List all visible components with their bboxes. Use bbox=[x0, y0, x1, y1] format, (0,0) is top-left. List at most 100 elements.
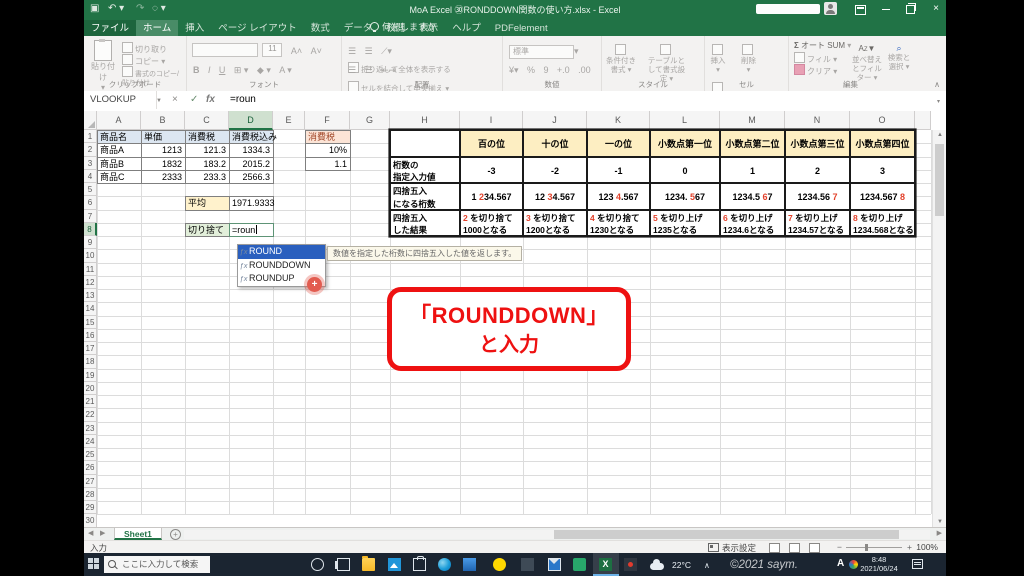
close-icon[interactable]: × bbox=[928, 0, 944, 18]
row-header-9[interactable]: 9 bbox=[84, 236, 97, 250]
cell-C4[interactable]: 233.3 bbox=[185, 169, 230, 184]
mail-icon[interactable] bbox=[548, 558, 561, 571]
cell-D6[interactable]: 1971.9333 bbox=[229, 196, 275, 211]
row-header-15[interactable]: 15 bbox=[84, 315, 97, 329]
row-header-21[interactable]: 21 bbox=[84, 395, 97, 409]
row-header-22[interactable]: 22 bbox=[84, 408, 97, 422]
cell-D1[interactable]: 消費税込み bbox=[229, 130, 277, 145]
cortana-icon[interactable] bbox=[311, 558, 324, 571]
shrink-font-icon[interactable]: A˅ bbox=[311, 46, 322, 56]
account-avatar[interactable] bbox=[824, 2, 837, 15]
cell-F2[interactable]: 10% bbox=[305, 143, 351, 158]
cell-B1[interactable]: 単価 bbox=[141, 130, 186, 145]
cell-C2[interactable]: 121.3 bbox=[185, 143, 230, 158]
zoom-percentage[interactable]: 100% bbox=[916, 542, 938, 552]
cell-A4[interactable]: 商品C bbox=[97, 169, 142, 184]
row-header-2[interactable]: 2 bbox=[84, 143, 97, 157]
page-break-view-icon[interactable] bbox=[809, 543, 820, 553]
tray-color-icon[interactable] bbox=[849, 560, 858, 569]
scroll-down-icon[interactable]: ▼ bbox=[933, 519, 946, 525]
blue-app-icon[interactable] bbox=[463, 558, 476, 571]
font-color-icon[interactable]: A ▾ bbox=[279, 65, 292, 76]
row-header-14[interactable]: 14 bbox=[84, 302, 97, 316]
align-middle-icon[interactable]: ☰ bbox=[365, 46, 373, 57]
row-header-29[interactable]: 29 bbox=[84, 501, 97, 515]
row-header-4[interactable]: 4 bbox=[84, 169, 97, 183]
cell-C8[interactable]: 切り捨て bbox=[185, 222, 230, 237]
cell-D8[interactable]: =roun bbox=[229, 222, 274, 237]
cell-F1[interactable]: 消費税 bbox=[305, 130, 351, 145]
autocomplete-item-ROUND[interactable]: ƒx ROUND bbox=[238, 245, 325, 259]
weather-icon[interactable] bbox=[650, 559, 664, 570]
indent-icon[interactable]: ⇤⇥ bbox=[381, 65, 396, 76]
row-header-12[interactable]: 12 bbox=[84, 275, 97, 289]
col-header-O[interactable]: O bbox=[850, 111, 915, 130]
autocomplete-item-ROUNDDOWN[interactable]: ƒx ROUNDDOWN bbox=[238, 259, 325, 273]
col-header-M[interactable]: M bbox=[720, 111, 785, 130]
cancel-icon[interactable]: × bbox=[172, 91, 178, 109]
sort-filter-button[interactable]: AZ▼ 並べ替えとフィルター ▾ bbox=[850, 44, 884, 82]
row-header-11[interactable]: 11 bbox=[84, 262, 97, 276]
col-header-G[interactable]: G bbox=[350, 111, 390, 130]
hscroll-right-icon[interactable]: ▶ bbox=[937, 528, 942, 540]
font-name-select[interactable] bbox=[192, 42, 258, 57]
row-header-13[interactable]: 13 bbox=[84, 289, 97, 303]
italic-button[interactable]: I bbox=[208, 65, 211, 75]
row-header-27[interactable]: 27 bbox=[84, 474, 97, 488]
cell-C6[interactable]: 平均 bbox=[185, 196, 230, 211]
cell-A1[interactable]: 商品名 bbox=[97, 130, 142, 145]
temperature[interactable]: 22°C bbox=[672, 560, 691, 570]
borders-icon[interactable]: ⊞ ▾ bbox=[234, 65, 249, 76]
col-header-E[interactable]: E bbox=[273, 111, 305, 130]
col-header-A[interactable]: A bbox=[97, 111, 141, 130]
collapse-ribbon-icon[interactable]: ∧ bbox=[934, 80, 940, 89]
col-header-H[interactable]: H bbox=[390, 111, 460, 130]
row-header-5[interactable]: 5 bbox=[84, 183, 97, 197]
cell-B3[interactable]: 1832 bbox=[141, 156, 186, 171]
scroll-up-icon[interactable]: ▲ bbox=[933, 132, 946, 138]
sheet-tab-sheet1[interactable]: Sheet1 bbox=[114, 528, 162, 540]
cell-D2[interactable]: 1334.3 bbox=[229, 143, 274, 158]
green-app-icon[interactable] bbox=[573, 558, 586, 571]
store-icon[interactable] bbox=[413, 556, 426, 571]
tray-expand-icon[interactable]: ∧ bbox=[704, 561, 710, 570]
comma-icon[interactable]: 9 bbox=[543, 65, 548, 75]
conditional-formatting-button[interactable]: 条件付き書式 ▾ bbox=[605, 44, 637, 74]
sheet-nav-left-icon[interactable]: ◀ bbox=[88, 528, 93, 540]
find-select-button[interactable]: ⌕ 検索と選択 ▾ bbox=[886, 44, 912, 72]
row-header-24[interactable]: 24 bbox=[84, 434, 97, 448]
col-header-C[interactable]: C bbox=[185, 111, 229, 130]
col-header-F[interactable]: F bbox=[305, 111, 350, 130]
minimize-icon[interactable] bbox=[878, 0, 894, 18]
pinned-app-icon[interactable] bbox=[521, 558, 534, 571]
col-header-K[interactable]: K bbox=[587, 111, 650, 130]
name-box-dropdown-icon[interactable]: ▼ bbox=[156, 98, 162, 104]
yellow-account-icon[interactable] bbox=[493, 558, 506, 571]
grow-font-icon[interactable]: A˄ bbox=[291, 46, 302, 56]
font-size-select[interactable]: 11 bbox=[262, 42, 283, 57]
photos-icon[interactable] bbox=[388, 558, 401, 571]
insert-cells-button[interactable]: 挿入 ▾ bbox=[708, 44, 728, 74]
percent-icon[interactable]: % bbox=[527, 65, 535, 75]
horizontal-scrollbar[interactable] bbox=[184, 530, 930, 539]
cell-A3[interactable]: 商品B bbox=[97, 156, 142, 171]
row-header-18[interactable]: 18 bbox=[84, 355, 97, 369]
decrease-decimal-icon[interactable]: .00 bbox=[578, 65, 591, 75]
row-header-10[interactable]: 10 bbox=[84, 249, 97, 263]
bold-button[interactable]: B bbox=[193, 65, 200, 75]
insert-function-icon[interactable]: fx bbox=[206, 91, 215, 109]
row-header-20[interactable]: 20 bbox=[84, 381, 97, 395]
row-header-30[interactable]: 30 bbox=[84, 514, 97, 527]
horizontal-scroll-thumb[interactable] bbox=[554, 530, 899, 539]
col-header-B[interactable]: B bbox=[141, 111, 185, 130]
add-sheet-icon[interactable]: + bbox=[170, 529, 181, 540]
row-header-1[interactable]: 1 bbox=[84, 130, 97, 144]
orientation-icon[interactable]: ⟋▾ bbox=[381, 46, 392, 57]
vertical-scrollbar[interactable]: ▲ ▼ bbox=[932, 130, 946, 527]
align-center-icon[interactable]: ☰ bbox=[365, 65, 373, 76]
file-explorer-icon[interactable] bbox=[362, 556, 375, 571]
autosum-button[interactable]: Σ オート SUM ▾ bbox=[794, 40, 851, 51]
col-header-I[interactable]: I bbox=[460, 111, 523, 130]
col-header-J[interactable]: J bbox=[523, 111, 587, 130]
increase-decimal-icon[interactable]: +.0 bbox=[557, 65, 570, 75]
